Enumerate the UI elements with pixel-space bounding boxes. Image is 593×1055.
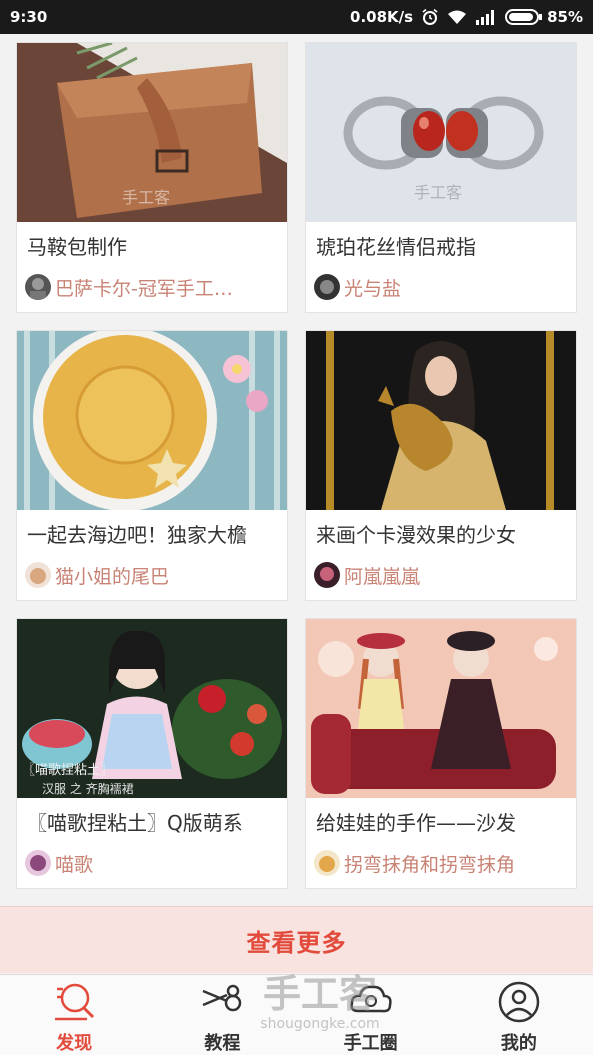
author-row[interactable]: 猫小姐的尾巴 bbox=[25, 561, 285, 589]
discover-icon[interactable] bbox=[51, 981, 97, 1027]
wifi-icon bbox=[447, 9, 467, 25]
battery-icon bbox=[505, 8, 543, 26]
signal-icon bbox=[475, 9, 497, 25]
svg-text:〖喵歌捏粘土〗: 〖喵歌捏粘土〗 bbox=[22, 763, 113, 778]
status-time: 9:30 bbox=[10, 8, 48, 26]
load-more-label[interactable]: 查看更多 bbox=[247, 923, 347, 958]
author-name[interactable]: 拐弯抹角和拐弯抹角 bbox=[344, 850, 515, 877]
author-row[interactable]: 巴萨卡尔-冠军手工… bbox=[25, 273, 285, 301]
avatar[interactable] bbox=[25, 850, 51, 876]
tutorial-thumbnail[interactable] bbox=[306, 619, 576, 798]
author-name[interactable]: 光与盐 bbox=[344, 274, 401, 301]
avatar[interactable] bbox=[314, 274, 340, 300]
tab-tutorials[interactable]: 教程 bbox=[148, 975, 296, 1055]
community-icon[interactable] bbox=[348, 981, 394, 1027]
tab-label[interactable]: 手工圈 bbox=[344, 1029, 398, 1055]
tutorial-thumbnail[interactable] bbox=[306, 331, 576, 510]
author-row[interactable]: 阿嵐嵐嵐 bbox=[314, 561, 574, 589]
avatar[interactable] bbox=[314, 562, 340, 588]
tutorial-card[interactable]: 手工客 马鞍包制作 巴萨卡尔-冠军手工… bbox=[16, 42, 288, 313]
status-bar: 9:30 0.08K/s 85% bbox=[0, 0, 593, 34]
tutorial-thumbnail[interactable]: 手工客 bbox=[17, 43, 287, 222]
tab-label[interactable]: 发现 bbox=[56, 1029, 92, 1055]
author-name[interactable]: 巴萨卡尔-冠军手工… bbox=[55, 274, 233, 301]
tutorial-title[interactable]: 琥珀花丝情侣戒指 bbox=[316, 231, 571, 260]
bottom-tab-bar: 发现 教程 手工圈 我的 bbox=[0, 974, 593, 1055]
tutorial-thumbnail[interactable] bbox=[17, 331, 287, 510]
network-speed: 0.08K/s bbox=[350, 8, 414, 26]
tutorial-card[interactable]: 给娃娃的手作——沙发 拐弯抹角和拐弯抹角 bbox=[305, 618, 577, 889]
tutorial-title[interactable]: 给娃娃的手作——沙发 bbox=[316, 807, 571, 836]
author-row[interactable]: 喵歌 bbox=[25, 849, 285, 877]
tutorial-card[interactable]: 手工客 琥珀花丝情侣戒指 光与盐 bbox=[305, 42, 577, 313]
author-name[interactable]: 阿嵐嵐嵐 bbox=[344, 562, 420, 589]
profile-icon[interactable] bbox=[496, 981, 542, 1027]
tutorial-grid: 手工客 马鞍包制作 巴萨卡尔-冠军手工… 手工客 琥珀花丝情侣戒指 光与盐 一起… bbox=[16, 42, 577, 889]
tab-label[interactable]: 我的 bbox=[501, 1029, 537, 1055]
svg-text:汉服 之 齐胸襦裙: 汉服 之 齐胸襦裙 bbox=[42, 781, 134, 796]
author-name[interactable]: 喵歌 bbox=[55, 850, 93, 877]
svg-text:手工客: 手工客 bbox=[122, 188, 170, 207]
tutorial-card[interactable]: 一起去海边吧！独家大檐 猫小姐的尾巴 bbox=[16, 330, 288, 601]
tutorial-title[interactable]: 一起去海边吧！独家大檐 bbox=[27, 519, 282, 548]
tab-community[interactable]: 手工圈 bbox=[297, 975, 445, 1055]
svg-text:手工客: 手工客 bbox=[414, 183, 462, 202]
load-more-button[interactable]: 查看更多 bbox=[0, 906, 593, 973]
battery-percent: 85% bbox=[547, 8, 583, 26]
tutorial-card[interactable]: 〖喵歌捏粘土〗 汉服 之 齐胸襦裙 〖喵歌捏粘土〗Q版萌系 喵歌 bbox=[16, 618, 288, 889]
scissors-icon[interactable] bbox=[199, 981, 245, 1027]
tab-discover[interactable]: 发现 bbox=[0, 975, 148, 1055]
author-name[interactable]: 猫小姐的尾巴 bbox=[55, 562, 169, 589]
author-row[interactable]: 光与盐 bbox=[314, 273, 574, 301]
tab-label[interactable]: 教程 bbox=[204, 1029, 240, 1055]
tab-profile[interactable]: 我的 bbox=[445, 975, 593, 1055]
alarm-icon bbox=[421, 8, 439, 26]
avatar[interactable] bbox=[314, 850, 340, 876]
tutorial-title[interactable]: 〖喵歌捏粘土〗Q版萌系 bbox=[27, 807, 282, 836]
tutorial-thumbnail[interactable]: 手工客 bbox=[306, 43, 576, 222]
tutorial-title[interactable]: 马鞍包制作 bbox=[27, 231, 282, 260]
tutorial-card[interactable]: 来画个卡漫效果的少女 阿嵐嵐嵐 bbox=[305, 330, 577, 601]
tutorial-thumbnail[interactable]: 〖喵歌捏粘土〗 汉服 之 齐胸襦裙 bbox=[17, 619, 287, 798]
author-row[interactable]: 拐弯抹角和拐弯抹角 bbox=[314, 849, 574, 877]
avatar[interactable] bbox=[25, 562, 51, 588]
tutorial-title[interactable]: 来画个卡漫效果的少女 bbox=[316, 519, 571, 548]
avatar[interactable] bbox=[25, 274, 51, 300]
